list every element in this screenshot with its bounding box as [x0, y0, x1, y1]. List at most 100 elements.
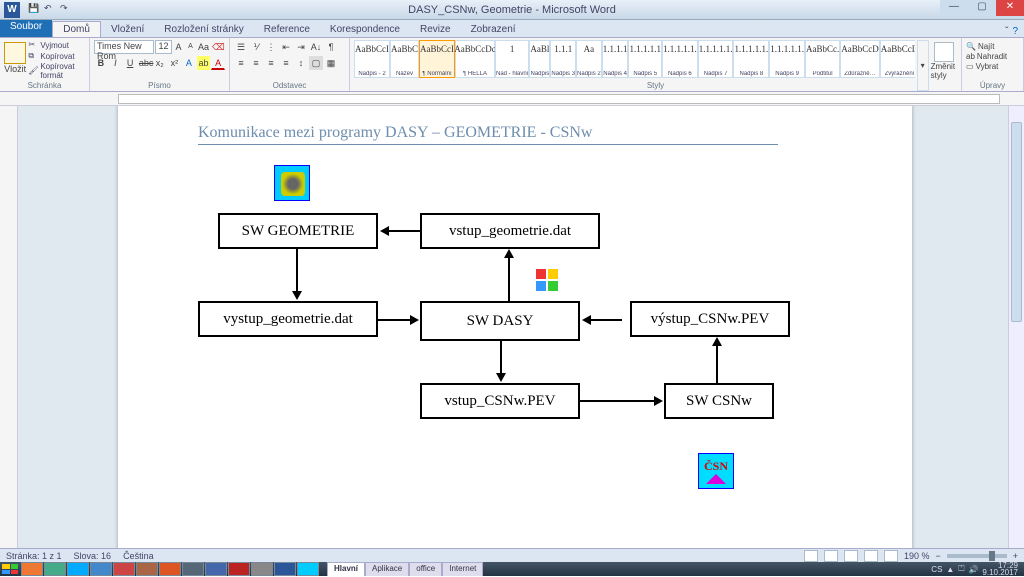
- view-print-layout-icon[interactable]: [804, 550, 818, 562]
- maximize-button[interactable]: ▢: [968, 0, 996, 16]
- doctab-internet[interactable]: Internet: [442, 562, 483, 576]
- style-item[interactable]: 1.1.1.1.1.Nadpis 6: [662, 40, 698, 78]
- style-item[interactable]: 1.1.1.1.1.Nadpis 8: [733, 40, 769, 78]
- select-button[interactable]: ▭Vybrat: [966, 62, 1016, 71]
- style-item[interactable]: 1.1.1Nadpis 3: [550, 40, 576, 78]
- tray-net-icon[interactable]: ⏍: [958, 564, 964, 574]
- italic-button[interactable]: I: [109, 56, 123, 70]
- font-name-select[interactable]: Times New Rom: [94, 40, 154, 54]
- doctab-main[interactable]: Hlavní: [327, 562, 365, 576]
- font-size-select[interactable]: 12: [155, 40, 172, 54]
- style-item[interactable]: AaNadpis 2: [576, 40, 602, 78]
- justify-icon[interactable]: ≡: [279, 56, 293, 70]
- view-outline-icon[interactable]: [864, 550, 878, 562]
- tab-view[interactable]: Zobrazení: [461, 22, 526, 37]
- taskbar-app-3[interactable]: [67, 562, 89, 576]
- zoom-level[interactable]: 190 %: [904, 551, 930, 561]
- taskbar-app-11[interactable]: [251, 562, 273, 576]
- zoom-out-button[interactable]: −: [935, 551, 940, 561]
- scrollbar-vertical[interactable]: [1008, 106, 1024, 548]
- taskbar-app-10[interactable]: [228, 562, 250, 576]
- outdent-icon[interactable]: ⇤: [279, 40, 293, 54]
- help-icon[interactable]: ?: [1012, 26, 1018, 37]
- multilevel-icon[interactable]: ⋮: [264, 40, 278, 54]
- line-spacing-icon[interactable]: ↕: [294, 56, 308, 70]
- doctab-apps[interactable]: Aplikace: [365, 562, 409, 576]
- status-language[interactable]: Čeština: [123, 551, 154, 561]
- tab-references[interactable]: Reference: [254, 22, 320, 37]
- style-item[interactable]: AaBlNadpis: [529, 40, 550, 78]
- taskbar-app-9[interactable]: [205, 562, 227, 576]
- subscript-button[interactable]: x₂: [153, 56, 167, 70]
- style-item[interactable]: AaBbCcI¶ Normální: [419, 40, 455, 78]
- close-button[interactable]: ✕: [996, 0, 1024, 16]
- view-draft-icon[interactable]: [884, 550, 898, 562]
- style-item[interactable]: AaBbCcINadpis - 2: [354, 40, 390, 78]
- taskbar-app-8[interactable]: [182, 562, 204, 576]
- minimize-button[interactable]: —: [940, 0, 968, 16]
- replace-button[interactable]: abNahradit: [966, 52, 1016, 61]
- tab-home[interactable]: Domů: [52, 21, 101, 37]
- align-center-icon[interactable]: ≡: [249, 56, 263, 70]
- bold-button[interactable]: B: [94, 56, 108, 70]
- superscript-button[interactable]: x²: [168, 56, 182, 70]
- taskbar-app-5[interactable]: [113, 562, 135, 576]
- borders-icon[interactable]: ▦: [324, 56, 338, 70]
- style-item[interactable]: 1Nad - hlavní: [495, 40, 529, 78]
- file-tab[interactable]: Soubor: [0, 19, 52, 37]
- tab-layout[interactable]: Rozložení stránky: [154, 22, 253, 37]
- zoom-slider[interactable]: [947, 554, 1007, 558]
- taskbar-app-13[interactable]: [297, 562, 319, 576]
- style-item[interactable]: AaBbCcDZvýraznění: [880, 40, 915, 78]
- highlight-icon[interactable]: ab: [197, 56, 211, 70]
- ruler-horizontal[interactable]: [0, 92, 1024, 106]
- shrink-font-icon[interactable]: A: [185, 40, 196, 54]
- tray-lang[interactable]: CS: [931, 565, 942, 574]
- text-effect-icon[interactable]: A: [182, 56, 196, 70]
- sort-icon[interactable]: A↓: [309, 40, 323, 54]
- scrollbar-thumb[interactable]: [1011, 122, 1022, 322]
- style-item[interactable]: 1.1.1.1Nadpis 4: [602, 40, 629, 78]
- style-item[interactable]: 1.1.1.1.1.Nadpis 9: [769, 40, 805, 78]
- font-color-icon[interactable]: A: [211, 56, 225, 70]
- numbering-icon[interactable]: ⅟: [249, 40, 263, 54]
- page[interactable]: Komunikace mezi programy DASY – GEOMETRI…: [118, 106, 912, 548]
- taskbar-app-7[interactable]: [159, 562, 181, 576]
- copy-button[interactable]: ⧉Kopírovat: [28, 51, 85, 61]
- show-marks-icon[interactable]: ¶: [324, 40, 338, 54]
- save-icon[interactable]: 💾: [28, 3, 42, 17]
- zoom-in-button[interactable]: +: [1013, 551, 1018, 561]
- style-item[interactable]: 1.1.1.1.1.Nadpis 7: [698, 40, 734, 78]
- tab-review[interactable]: Revize: [410, 22, 461, 37]
- view-web-icon[interactable]: [844, 550, 858, 562]
- ruler-vertical[interactable]: [0, 106, 18, 548]
- strike-button[interactable]: abc: [138, 56, 152, 70]
- tray-date[interactable]: 9.10.2017: [982, 569, 1018, 576]
- taskbar-app-6[interactable]: [136, 562, 158, 576]
- tab-insert[interactable]: Vložení: [101, 22, 154, 37]
- bullets-icon[interactable]: ☰: [234, 40, 248, 54]
- ribbon-minimize-icon[interactable]: ˇ: [1005, 26, 1008, 37]
- tray-vol-icon[interactable]: 🔊: [968, 565, 978, 574]
- undo-icon[interactable]: ↶: [44, 3, 58, 17]
- style-item[interactable]: AaBbCcDZdůrazně…: [840, 40, 880, 78]
- change-case-icon[interactable]: Aa: [197, 40, 210, 54]
- style-item[interactable]: AaBbCcDc¶ HELLA: [455, 40, 495, 78]
- view-fullscreen-icon[interactable]: [824, 550, 838, 562]
- indent-icon[interactable]: ⇥: [294, 40, 308, 54]
- style-item[interactable]: AaBbCc.Podtitul: [805, 40, 840, 78]
- align-right-icon[interactable]: ≡: [264, 56, 278, 70]
- tray-flag-icon[interactable]: ▲: [946, 565, 954, 574]
- find-button[interactable]: 🔍Najít: [966, 42, 1016, 51]
- redo-icon[interactable]: ↷: [60, 3, 74, 17]
- status-page[interactable]: Stránka: 1 z 1: [6, 551, 62, 561]
- shading-icon[interactable]: ▢: [309, 56, 323, 70]
- format-painter-button[interactable]: 🖌Kopírovat formát: [28, 62, 85, 80]
- cut-button[interactable]: ✂Vyjmout: [28, 40, 85, 50]
- tab-mailings[interactable]: Korespondence: [320, 22, 410, 37]
- taskbar-app-12[interactable]: [274, 562, 296, 576]
- underline-button[interactable]: U: [123, 56, 137, 70]
- taskbar-app-2[interactable]: [44, 562, 66, 576]
- taskbar-app-1[interactable]: [21, 562, 43, 576]
- status-words[interactable]: Slova: 16: [74, 551, 112, 561]
